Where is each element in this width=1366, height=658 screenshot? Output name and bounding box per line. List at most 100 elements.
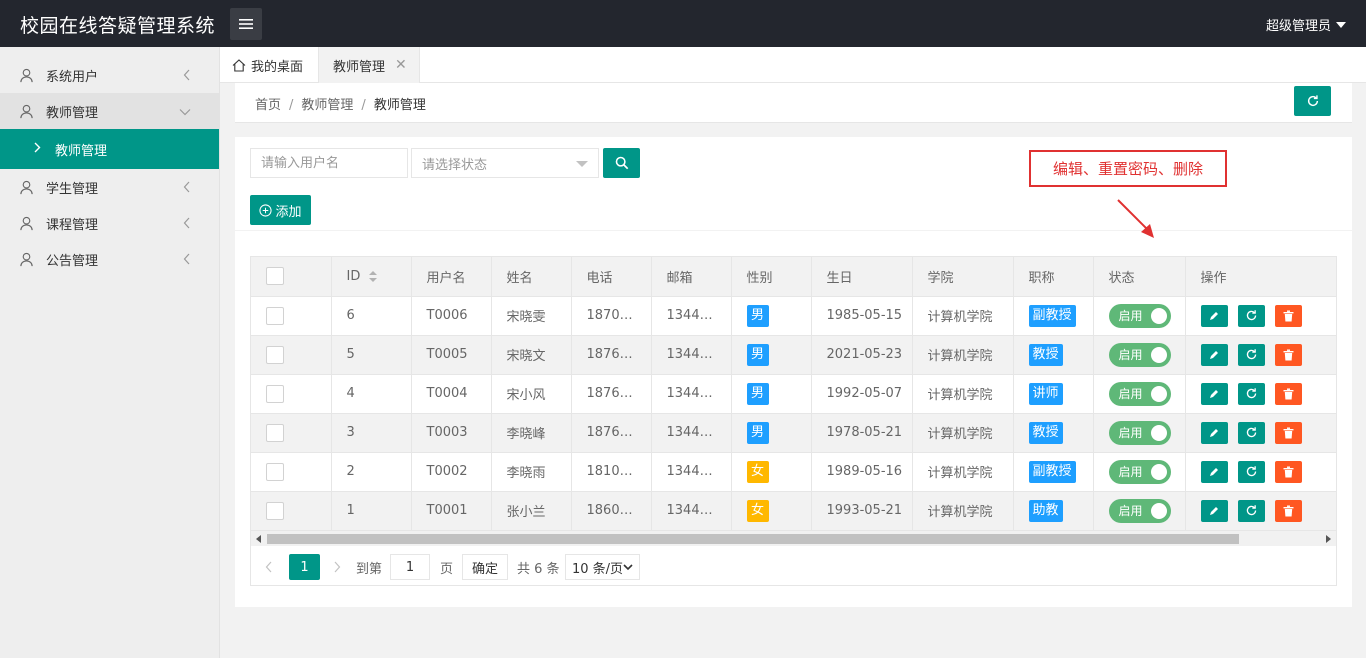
scroll-right-icon[interactable] bbox=[1326, 535, 1331, 543]
phone-cell: 1860… bbox=[571, 491, 652, 531]
chevron-left-icon bbox=[265, 561, 272, 573]
refresh-button[interactable] bbox=[1294, 86, 1331, 116]
gender-badge: 男 bbox=[746, 421, 769, 444]
edit-button[interactable] bbox=[1200, 382, 1228, 405]
row-select-cell[interactable] bbox=[251, 374, 332, 414]
delete-button[interactable] bbox=[1274, 304, 1302, 327]
edit-button[interactable] bbox=[1200, 421, 1228, 444]
row-checkbox[interactable] bbox=[266, 384, 284, 403]
search-icon bbox=[615, 156, 628, 170]
user-menu[interactable]: 超级管理员 bbox=[1266, 15, 1346, 34]
status-select[interactable]: 请选择状态 bbox=[411, 148, 599, 178]
birthday-cell: 1992-05-07 bbox=[811, 374, 913, 414]
breadcrumb-home[interactable]: 首页 bbox=[255, 98, 281, 113]
birthday-cell: 1989-05-16 bbox=[811, 452, 913, 492]
column-header-id[interactable]: ID bbox=[331, 257, 412, 297]
row-select-cell[interactable] bbox=[251, 452, 332, 492]
pencil-icon bbox=[1210, 428, 1218, 437]
sidebar-item-teacher-management[interactable]: 教师管理 bbox=[0, 93, 219, 129]
reset-password-button[interactable] bbox=[1237, 460, 1265, 483]
reset-password-button[interactable] bbox=[1237, 499, 1265, 522]
title-badge: 副教授 bbox=[1028, 460, 1076, 483]
status-toggle-label: 启用 bbox=[1118, 503, 1143, 518]
toggle-knob bbox=[1150, 502, 1167, 519]
column-header-username: 用户名 bbox=[411, 257, 492, 297]
row-checkbox[interactable] bbox=[266, 501, 284, 520]
email-cell: 1344… bbox=[651, 491, 732, 531]
chevron-left-icon bbox=[183, 253, 191, 269]
page-size-select[interactable]: 10 条/页 bbox=[565, 554, 640, 580]
goto-page-input[interactable] bbox=[390, 554, 430, 580]
username-search-input[interactable] bbox=[250, 148, 408, 178]
row-select-cell[interactable] bbox=[251, 335, 332, 375]
delete-button[interactable] bbox=[1274, 382, 1302, 405]
email-cell: 1344… bbox=[651, 296, 732, 336]
title-cell: 教授 bbox=[1013, 413, 1094, 453]
horizontal-scrollbar[interactable] bbox=[251, 530, 1336, 546]
annotation-callout: 编辑、重置密码、删除 bbox=[1029, 150, 1227, 187]
breadcrumb-level1[interactable]: 教师管理 bbox=[301, 98, 353, 113]
page-number-current[interactable]: 1 bbox=[289, 554, 320, 580]
sidebar-item-course-management[interactable]: 课程管理 bbox=[0, 205, 219, 241]
status-cell: 启用 bbox=[1093, 374, 1186, 414]
birthday-cell: 1978-05-21 bbox=[811, 413, 913, 453]
row-checkbox[interactable] bbox=[266, 462, 284, 481]
status-toggle[interactable]: 启用 bbox=[1108, 303, 1171, 328]
reset-password-button[interactable] bbox=[1237, 382, 1265, 405]
username-cell: T0004 bbox=[411, 374, 492, 414]
status-toggle[interactable]: 启用 bbox=[1108, 342, 1171, 367]
breadcrumb: 首页 / 教师管理 / 教师管理 bbox=[255, 94, 426, 113]
sidebar-item-label: 教师管理 bbox=[46, 105, 99, 121]
scroll-left-icon[interactable] bbox=[256, 535, 261, 543]
row-checkbox[interactable] bbox=[266, 423, 284, 442]
sidebar-subitem-teacher-management[interactable]: 教师管理 bbox=[0, 129, 219, 169]
menu-toggle-button[interactable] bbox=[230, 8, 262, 40]
actions-cell bbox=[1185, 296, 1336, 336]
app-title: 校园在线答疑管理系统 bbox=[20, 15, 216, 37]
select-all-header[interactable] bbox=[251, 257, 332, 297]
add-button[interactable]: 添加 bbox=[250, 195, 311, 225]
reset-password-button[interactable] bbox=[1237, 304, 1265, 327]
status-toggle[interactable]: 启用 bbox=[1108, 420, 1171, 445]
tab-teacher-management[interactable]: 教师管理 ✕ bbox=[318, 47, 420, 83]
edit-button[interactable] bbox=[1200, 343, 1228, 366]
status-toggle[interactable]: 启用 bbox=[1108, 459, 1171, 484]
row-checkbox[interactable] bbox=[266, 345, 284, 364]
status-toggle[interactable]: 启用 bbox=[1108, 381, 1171, 406]
reset-password-button[interactable] bbox=[1237, 343, 1265, 366]
delete-button[interactable] bbox=[1274, 343, 1302, 366]
close-icon[interactable]: ✕ bbox=[395, 57, 407, 73]
email-cell: 1344… bbox=[651, 374, 732, 414]
prev-page-button[interactable] bbox=[265, 554, 273, 580]
row-select-cell[interactable] bbox=[251, 413, 332, 453]
birthday-cell: 1993-05-21 bbox=[811, 491, 913, 531]
sidebar-item-notice-management[interactable]: 公告管理 bbox=[0, 241, 219, 277]
status-toggle[interactable]: 启用 bbox=[1108, 498, 1171, 523]
sort-icon[interactable] bbox=[368, 270, 378, 283]
chevron-right-icon bbox=[34, 142, 41, 157]
edit-button[interactable] bbox=[1200, 460, 1228, 483]
title-cell: 教授 bbox=[1013, 335, 1094, 375]
plus-circle-icon bbox=[259, 203, 273, 217]
next-page-button[interactable] bbox=[333, 554, 341, 580]
row-checkbox[interactable] bbox=[266, 306, 284, 325]
sidebar-item-system-users[interactable]: 系统用户 bbox=[0, 57, 219, 93]
breadcrumb-separator: / bbox=[289, 98, 294, 113]
row-select-cell[interactable] bbox=[251, 296, 332, 336]
goto-confirm-button[interactable]: 确定 bbox=[462, 554, 508, 580]
select-all-checkbox[interactable] bbox=[266, 267, 284, 286]
id-cell: 1 bbox=[331, 491, 412, 531]
trash-icon bbox=[1283, 388, 1293, 399]
delete-button[interactable] bbox=[1274, 499, 1302, 522]
scrollbar-thumb[interactable] bbox=[267, 534, 1239, 544]
sidebar-item-student-management[interactable]: 学生管理 bbox=[0, 169, 219, 205]
delete-button[interactable] bbox=[1274, 421, 1302, 444]
edit-button[interactable] bbox=[1200, 499, 1228, 522]
title-cell: 助教 bbox=[1013, 491, 1094, 531]
reset-password-button[interactable] bbox=[1237, 421, 1265, 444]
search-button[interactable] bbox=[603, 148, 640, 178]
tab-home[interactable]: 我的桌面 bbox=[232, 47, 303, 83]
edit-button[interactable] bbox=[1200, 304, 1228, 327]
delete-button[interactable] bbox=[1274, 460, 1302, 483]
row-select-cell[interactable] bbox=[251, 491, 332, 531]
